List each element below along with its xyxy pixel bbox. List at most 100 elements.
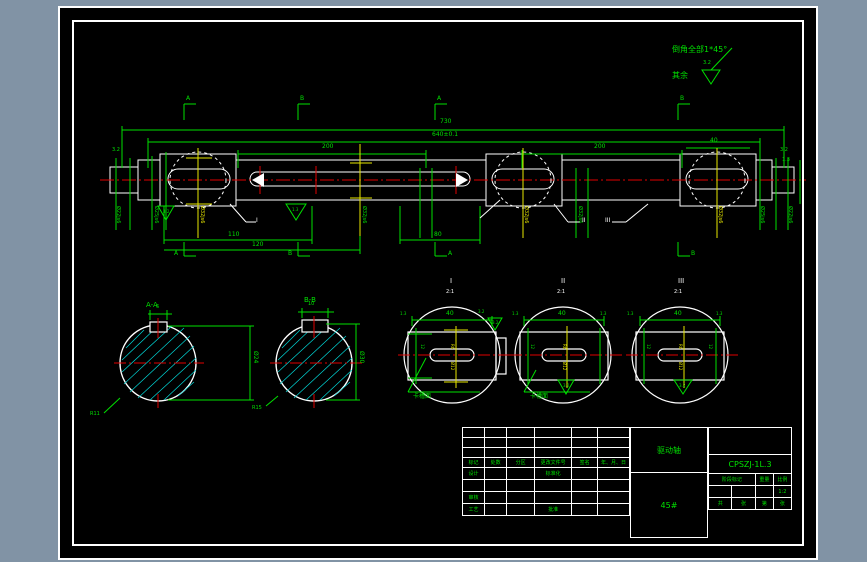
rev-cell — [571, 447, 599, 458]
title-block: 标记 处数 分区 更改文件号 签名 年、月、日 设计 标准化 审核 工艺 批准 … — [461, 427, 793, 538]
row-label-approve: 批准 — [533, 503, 573, 516]
section-bb-key-width: 10 — [308, 301, 315, 307]
rev-cell — [484, 427, 508, 438]
row-cell — [571, 503, 599, 516]
sheet-total-label: 共 — [707, 497, 733, 510]
row-label-review-mid — [533, 491, 573, 504]
table-row: 共 张 第 张 — [707, 497, 793, 510]
material: 45# — [630, 472, 708, 538]
detail3-inner-dim: R6 — [678, 344, 683, 350]
detail-leader-label-2: II — [582, 217, 586, 224]
section-aa-key-width: 6 — [156, 304, 160, 310]
detail1-inner-dim2: Ø12 — [450, 362, 455, 371]
row-cell — [571, 491, 599, 504]
roughness-symbols-main — [157, 69, 721, 222]
stage-cell-2 — [731, 485, 756, 498]
detail3-width: 12 — [646, 344, 651, 350]
table-row: 工艺 批准 — [461, 503, 630, 516]
other-roughness-label: 其余 — [672, 71, 688, 80]
section-mark-a-bot-left: A — [174, 250, 179, 257]
row-cell — [597, 503, 630, 516]
detail3-rough: 3.2 — [679, 383, 686, 388]
row-cell — [597, 491, 630, 504]
section-mark-b-top-left: B — [300, 95, 305, 102]
code-table: CPSZJ-1L.3 阶段标记 重量 比例 1:2 共 张 第 张 — [707, 427, 793, 510]
detail-leader-label-1: I — [256, 217, 258, 224]
weight-cell — [754, 485, 774, 498]
detail2-note: 卡槽面 — [530, 393, 549, 400]
section-view-bb — [265, 308, 362, 408]
detail-leader-label-3: III — [605, 217, 611, 224]
rev-cell — [533, 437, 573, 448]
section-mark-b-top-right: B — [680, 95, 685, 102]
dim-40-right: 40 — [710, 137, 718, 144]
table-row: 审核 — [461, 491, 630, 504]
detail1-edge-right: 3.2 — [478, 309, 485, 314]
dia-callout-right-1: Ø25js6 — [759, 206, 765, 224]
detail-label-3: III — [678, 277, 685, 285]
row-label-design: 设计 — [461, 467, 486, 480]
detail1-rough: 3.2 — [492, 320, 499, 325]
detail-scale-3: 2:1 — [674, 289, 683, 295]
rough-main-key: 1.3 — [292, 207, 299, 212]
rev-cell — [461, 427, 486, 438]
rev-cell — [506, 437, 535, 448]
detail1-width: 12 — [420, 344, 425, 350]
rev-cell — [506, 427, 535, 438]
dim-between-centers: 640±0.1 — [432, 131, 459, 138]
rough-right-small-1: 3.2 — [780, 147, 788, 153]
dim-110: 110 — [228, 231, 240, 238]
dim-mid-span-left: 200 — [322, 143, 334, 150]
part-info-table: 驱动轴 45# — [630, 427, 708, 538]
detail1-length: 40 — [446, 310, 454, 317]
rough-left-small-1: 3.2 — [112, 147, 120, 153]
section-aa-radius: R11 — [90, 411, 100, 417]
detail2-edge-right: 1.3 — [600, 311, 607, 316]
scale-value: 1:2 — [772, 485, 793, 498]
detail3-edge-left: 1.3 — [627, 311, 634, 316]
section-mark-a-bot-mid: A — [448, 250, 453, 257]
row-cell — [484, 467, 508, 480]
table-row: 1:2 — [707, 485, 793, 498]
section-aa-dia: Ø24 — [252, 351, 259, 364]
table-row: 阶段标记 重量 比例 — [708, 473, 793, 486]
rev-header-mark: 标记 — [461, 457, 486, 468]
detail-view-3 — [626, 306, 738, 404]
detail2-length: 40 — [558, 310, 566, 317]
rev-cell — [461, 447, 486, 458]
table-row — [461, 447, 630, 458]
code-blank — [708, 427, 792, 455]
row-cell — [571, 479, 599, 492]
dia-callout-left-1: Ø22js6 — [115, 206, 121, 224]
rev-cell — [484, 447, 508, 458]
table-row: CPSZJ-1L.3 — [708, 454, 792, 474]
rev-cell — [484, 437, 508, 448]
detail2-rough: 3.2 — [563, 383, 570, 388]
section-bb-radius: R15 — [252, 405, 262, 411]
detail3-length: 40 — [674, 310, 682, 317]
detail-scale-1: 2:1 — [446, 289, 455, 295]
section-mark-a-top-mid: A — [437, 95, 442, 102]
part-name: 驱动轴 — [630, 427, 708, 473]
scale-header: 比例 — [772, 473, 793, 486]
section-view-aa — [103, 310, 254, 414]
stage-cell-1 — [707, 485, 733, 498]
detail2-edge-left: 1.3 — [512, 311, 519, 316]
dia-callout-left-2: Ø25js6 — [153, 206, 159, 224]
row-cell — [506, 491, 535, 504]
detail3-width-right: 12 — [708, 344, 713, 350]
highlight-dimensions — [186, 144, 718, 238]
dimension-lines-bottom — [163, 206, 481, 254]
rev-cell — [597, 447, 630, 458]
section-bb-dia: Ø30 — [358, 351, 365, 364]
rev-cell — [597, 427, 630, 438]
row-label-review: 审核 — [461, 491, 486, 504]
dim-120: 120 — [252, 241, 264, 248]
stage-header: 阶段标记 — [708, 473, 756, 486]
rev-cell — [506, 447, 535, 458]
row-cell — [597, 479, 630, 492]
row-label-blank1 — [461, 479, 486, 492]
table-row — [461, 479, 630, 492]
rev-cell — [597, 437, 630, 448]
other-roughness-value: 3.2 — [703, 60, 711, 66]
